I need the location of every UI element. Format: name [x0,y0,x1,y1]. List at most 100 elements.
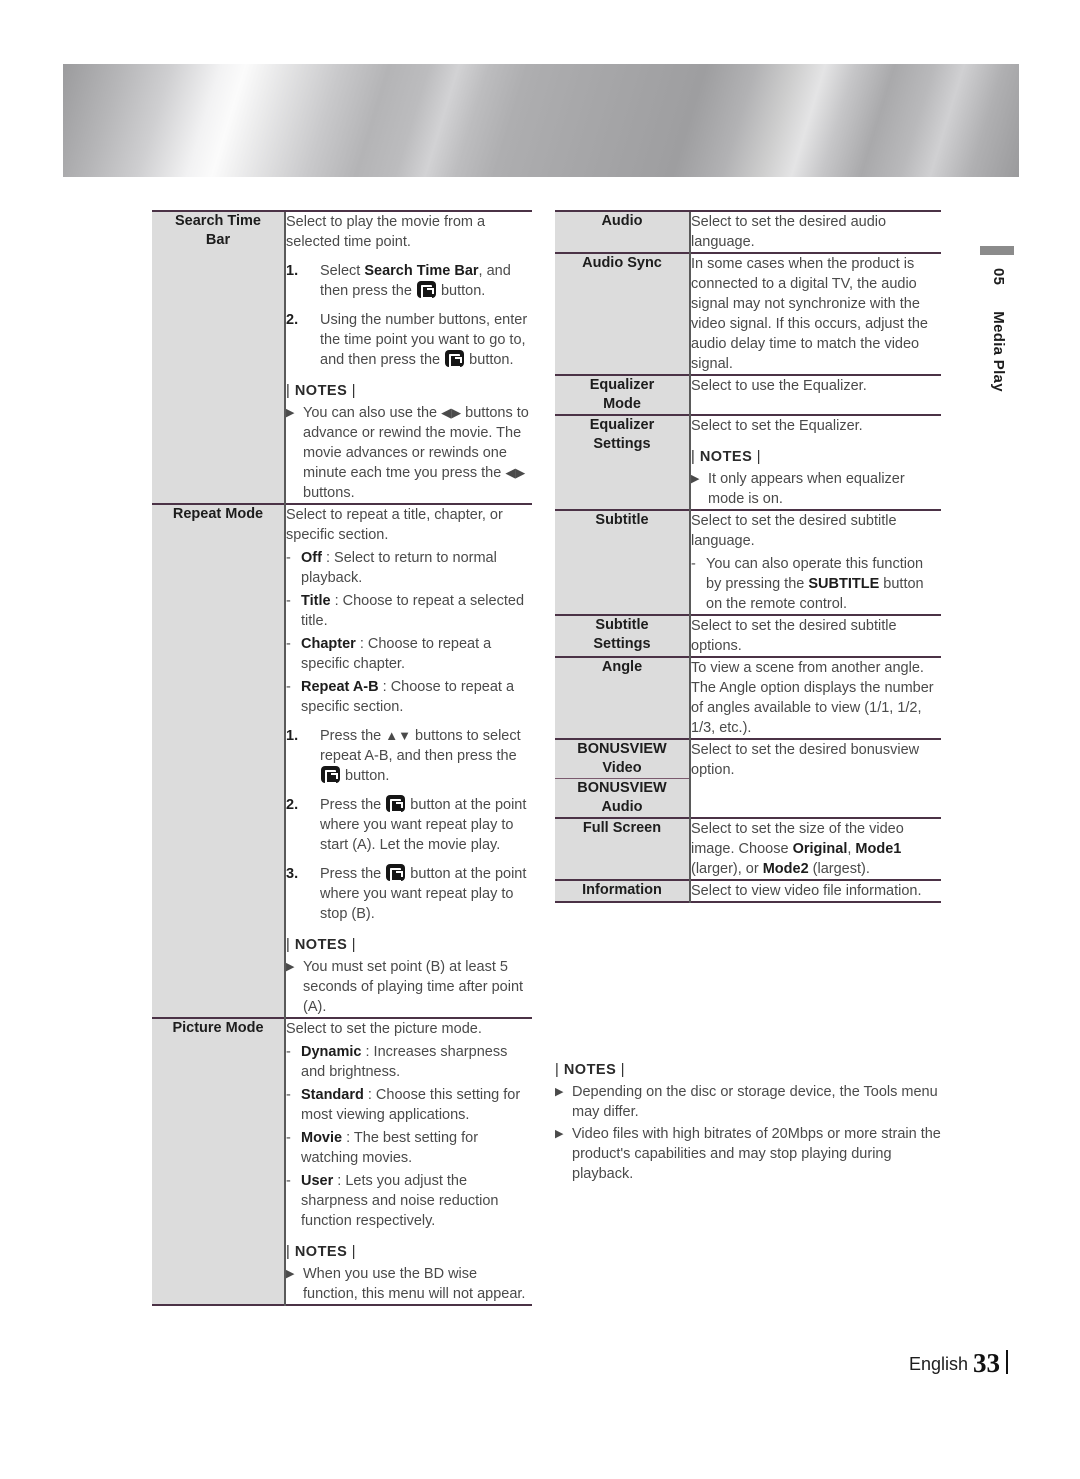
step-text: Press the ▲▼ buttons to select repeat A-… [320,728,521,784]
step-text-part: Select [320,263,365,279]
note-text: It only appears when equalizer mode is o… [708,471,905,507]
step-text: Press the button at the point where you … [320,795,527,853]
row-label-audio-sync: Audio Sync [555,252,690,375]
table-row: Information Select to view video file in… [555,879,941,902]
step-item: 2. Using the number buttons, enter the t… [286,310,532,370]
enter-button-icon [416,281,436,299]
dash-marker: - [286,636,291,652]
row-label-bonusview-video: BONUSVIEW Video [555,738,690,779]
left-right-arrows-icon: ◀▶ [505,465,526,480]
bottom-notes-block: | NOTES | ▶ Depending on the disc or sto… [555,1060,955,1184]
note-text: When you use the BD wise function, this … [303,1266,526,1302]
up-down-arrows-icon: ▲▼ [385,728,412,743]
dash-marker: - [691,556,696,572]
dash-item: - Standard : Choose this setting for mos… [286,1085,532,1125]
step-number: 1. [286,263,299,279]
step-emphasis: Search Time Bar [364,263,479,279]
step-item: 1. Press the ▲▼ buttons to select repeat… [286,726,532,786]
header-banner-image [63,64,1019,177]
row-label-subtitle: Subtitle [555,509,690,615]
step-number: 3. [286,866,299,882]
row-desc-information: Select to view video file information. [689,879,941,902]
table-row: Search Time Bar Select to play the movie… [152,210,532,504]
chapter-side-tab: 05 Media Play [978,246,1018,392]
table-row: Audio Sync In some cases when the produc… [555,252,941,375]
row-desc-angle: To view a scene from another angle. The … [689,656,941,739]
dash-text: User : Lets you adjust the sharpness and… [301,1173,499,1229]
dash-item: - Chapter : Choose to repeat a specific … [286,634,532,674]
row-label-information: Information [555,879,690,902]
step-item: 2. Press the button at the point where y… [286,795,532,855]
enter-button-icon [445,350,465,368]
row-label-full-screen: Full Screen [555,817,690,880]
note-item: ▶ Depending on the disc or storage devic… [555,1082,955,1122]
table-row: Picture Mode Select to set the picture m… [152,1017,532,1305]
chapter-tab-text: 05 Media Play [978,268,1018,392]
chapter-number: 05 [990,268,1007,286]
table-row: Equalizer Settings Select to set the Equa… [555,414,941,510]
table-row: Angle To view a scene from another angle… [555,656,941,739]
row-label-audio: Audio [555,210,690,253]
tools-menu-table-left: Search Time Bar Select to play the movie… [152,210,532,1307]
row-desc-full-screen: Select to set the size of the video imag… [689,817,941,880]
dash-item: - You can also operate this function by … [691,554,941,614]
dash-item: - Repeat A-B : Choose to repeat a specif… [286,677,532,717]
row-desc-subtitle: Select to set the desired subtitle langu… [689,509,941,615]
table-row: Subtitle Select to set the desired subti… [555,509,941,615]
intro-text: Select to play the movie from a selected… [286,214,486,250]
note-bullet-icon: ▶ [691,473,700,485]
notes-heading: | NOTES | [691,449,762,465]
table-row: Audio Select to set the desired audio la… [555,210,941,253]
step-item: 3. Press the button at the point where y… [286,864,532,924]
table-row: Full Screen Select to set the size of th… [555,817,941,880]
row-desc-repeat-mode: Select to repeat a title, chapter, or sp… [284,503,532,1018]
notes-heading: | NOTES | [286,1244,357,1260]
step-text: Select Search Time Bar, and then press t… [320,261,532,301]
intro-text: Select to repeat a title, chapter, or sp… [286,507,503,543]
dash-item: - Title : Choose to repeat a selected ti… [286,591,532,631]
dash-text: Standard : Choose this setting for most … [301,1087,521,1123]
dash-marker: - [286,593,291,609]
dash-item: - User : Lets you adjust the sharpness a… [286,1171,532,1231]
dash-marker: - [286,1173,291,1189]
row-label-repeat-mode: Repeat Mode [152,503,285,1018]
dash-text: Title : Choose to repeat a selected titl… [301,593,525,629]
dash-item: - Movie : The best setting for watching … [286,1128,532,1168]
row-desc-bonusview: Select to set the desired bonusview opti… [689,738,941,818]
dash-marker: - [286,550,291,566]
left-right-arrows-icon: ◀▶ [441,405,462,420]
dash-marker: - [286,1130,291,1146]
step-text-part: button. [436,283,486,299]
intro-text: Select to set the picture mode. [286,1021,482,1037]
row-desc-equalizer-settings: Select to set the Equalizer. | NOTES | ▶… [689,414,941,510]
table-bottom-border [555,901,941,904]
dash-marker: - [286,1044,291,1060]
page-footer: English 33 [909,1348,1008,1379]
full-screen-text: Select to set the size of the video imag… [691,821,904,877]
enter-button-icon [386,864,406,882]
dash-item: - Dynamic : Increases sharpness and brig… [286,1042,532,1082]
note-text: Video files with high bitrates of 20Mbps… [572,1126,941,1182]
row-label-subtitle-settings: Subtitle Settings [555,614,690,657]
row-desc-search-time-bar: Select to play the movie from a selected… [284,210,532,504]
chapter-title: Media Play [990,311,1007,392]
row-label-search-time-bar: Search Time Bar [152,210,285,504]
step-text-part: button. [465,352,514,368]
table-bottom-border [152,1304,532,1307]
note-item: ▶ When you use the BD wise function, thi… [286,1264,532,1304]
notes-heading: | NOTES | [555,1062,626,1078]
dash-text: Repeat A-B : Choose to repeat a specific… [301,679,515,715]
row-desc-audio-sync: In some cases when the product is connec… [689,252,941,375]
notes-heading: | NOTES | [286,937,357,953]
note-item: ▶ You must set point (B) at least 5 seco… [286,957,532,1017]
dash-text: Movie : The best setting for watching mo… [301,1130,479,1166]
row-desc-audio: Select to set the desired audio language… [689,210,941,253]
row-desc-picture-mode: Select to set the picture mode. - Dynami… [284,1017,532,1305]
table-row: Equalizer Mode Select to use the Equalize… [555,374,941,415]
table-row: Repeat Mode Select to repeat a title, ch… [152,503,532,1018]
footer-language: English [908,1354,968,1374]
step-number: 2. [286,797,299,813]
notes-heading: | NOTES | [286,383,357,399]
dash-text: Dynamic : Increases sharpness and bright… [301,1044,508,1080]
dash-item: - Off : Select to return to normal playb… [286,548,532,588]
